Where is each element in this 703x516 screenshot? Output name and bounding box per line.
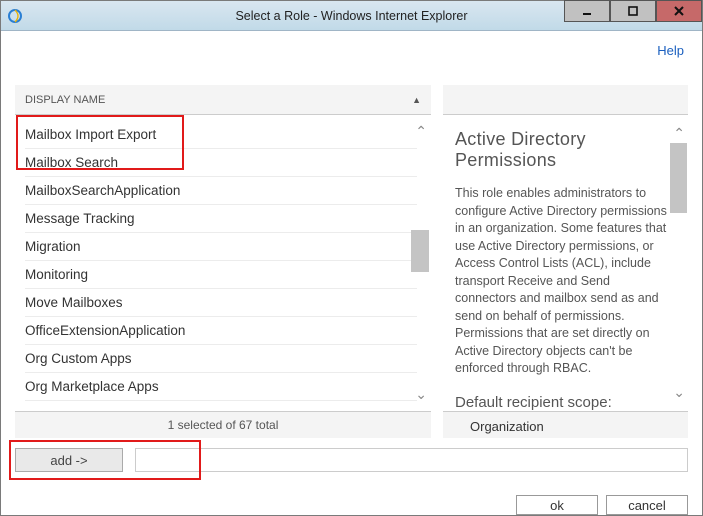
- sort-asc-icon: ▲: [412, 95, 421, 105]
- footer-buttons: ok cancel: [516, 495, 688, 515]
- role-details: ⌃ ⌄ Active Directory Permissions This ro…: [443, 115, 688, 412]
- titlebar: Select a Role - Windows Internet Explore…: [1, 1, 702, 31]
- selected-roles-field[interactable]: [135, 448, 688, 472]
- list-item[interactable]: Org Marketplace Apps: [25, 373, 417, 401]
- details-header-blank: [443, 85, 688, 115]
- list-item[interactable]: Mailbox Search: [25, 149, 417, 177]
- list-item[interactable]: Mailbox Import Export: [25, 121, 417, 149]
- details-description: This role enables administrators to conf…: [455, 185, 670, 378]
- column-header[interactable]: DISPLAY NAME ▲: [15, 85, 431, 115]
- scroll-down-icon[interactable]: ⌄: [673, 384, 685, 401]
- help-link[interactable]: Help: [657, 43, 684, 58]
- dialog-body: Help DISPLAY NAME ▲ ⌃ ⌄ Mailbox Import E…: [1, 31, 702, 515]
- cancel-button[interactable]: cancel: [606, 495, 688, 515]
- selection-status: 1 selected of 67 total: [15, 412, 431, 438]
- scroll-down-icon[interactable]: ⌄: [415, 386, 427, 403]
- dialog-window: Select a Role - Windows Internet Explore…: [0, 0, 703, 516]
- list-item[interactable]: Org Custom Apps: [25, 345, 417, 373]
- close-button[interactable]: [656, 0, 702, 22]
- ie-icon: [7, 8, 23, 24]
- list-item[interactable]: Migration: [25, 233, 417, 261]
- list-item[interactable]: Move Mailboxes: [25, 289, 417, 317]
- list-item[interactable]: OfficeExtensionApplication: [25, 317, 417, 345]
- columns: DISPLAY NAME ▲ ⌃ ⌄ Mailbox Import Export…: [15, 85, 688, 438]
- list-item[interactable]: Monitoring: [25, 261, 417, 289]
- details-column: ⌃ ⌄ Active Directory Permissions This ro…: [443, 85, 688, 438]
- list-item[interactable]: Message Tracking: [25, 205, 417, 233]
- role-list-column: DISPLAY NAME ▲ ⌃ ⌄ Mailbox Import Export…: [15, 85, 431, 438]
- scrollbar-thumb[interactable]: [411, 230, 429, 272]
- recipient-scope-value: Organization: [455, 419, 670, 434]
- ok-button[interactable]: ok: [516, 495, 598, 515]
- scroll-up-icon[interactable]: ⌃: [415, 123, 427, 140]
- column-header-label: DISPLAY NAME: [25, 94, 105, 106]
- role-list[interactable]: ⌃ ⌄ Mailbox Import Export Mailbox Search…: [15, 115, 431, 412]
- add-button[interactable]: add ->: [15, 448, 123, 472]
- minimize-button[interactable]: [564, 0, 610, 22]
- add-bar: add ->: [15, 448, 688, 472]
- scrollbar-thumb[interactable]: [670, 143, 687, 213]
- recipient-scope-label: Default recipient scope:: [455, 394, 670, 411]
- details-title: Active Directory Permissions: [455, 129, 670, 171]
- scroll-up-icon[interactable]: ⌃: [673, 125, 685, 142]
- maximize-button[interactable]: [610, 0, 656, 22]
- list-item[interactable]: MailboxSearchApplication: [25, 177, 417, 205]
- window-buttons: [564, 1, 702, 30]
